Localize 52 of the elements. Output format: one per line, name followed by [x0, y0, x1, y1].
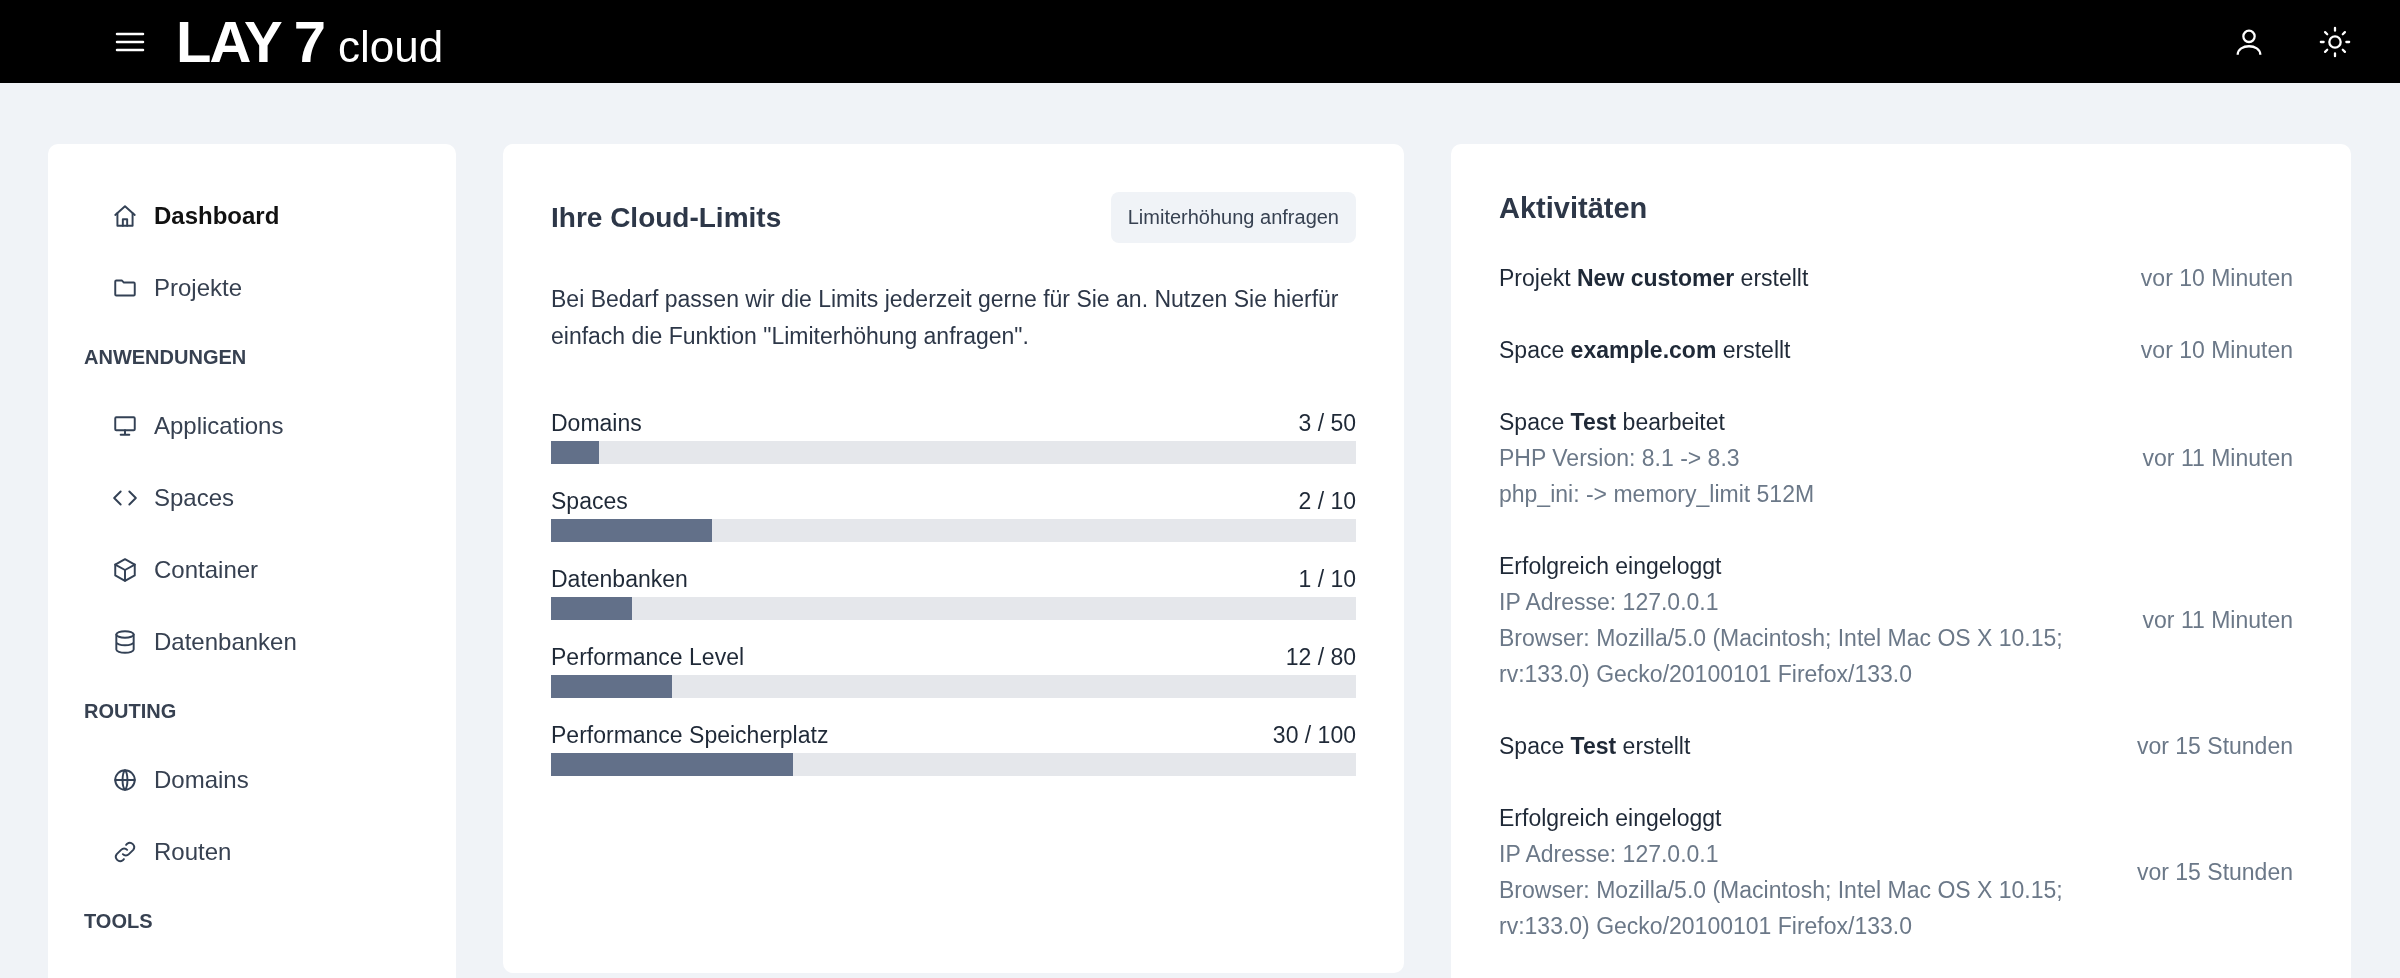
activity-text: Projekt New customer erstellt [1499, 264, 1810, 293]
request-limit-increase-button[interactable]: Limiterhöhung anfragen [1110, 192, 1356, 243]
limit-reading: 1 / 10 [1298, 566, 1356, 593]
logo-subtext: cloud [338, 24, 444, 69]
activity-detail: Browser: Mozilla/5.0 (Macintosh; Intel Mac OS X 10.15; rv:133.0) Gecko/20100101 Firefox/133.0 [1499, 876, 2064, 941]
sidebar-item[interactable]: Spaces [112, 462, 235, 534]
activity-detail: PHP Version: 8.1 -> 8.3 [1499, 444, 1741, 473]
activity-text: Space Test erstellt [1499, 732, 1692, 761]
activity-time: vor 11 Minuten [2142, 444, 2293, 473]
logo-text: LAY 7 [176, 12, 324, 71]
activity-time: vor 15 Stunden [2137, 732, 2293, 761]
sidebar-section-heading: TOOLS [84, 909, 153, 933]
globe-icon [112, 767, 138, 793]
limit-reading: 3 / 50 [1298, 410, 1356, 437]
sidebar-section-heading: ANWENDUNGEN [84, 345, 247, 369]
activity-text: Erfolgreich eingeloggt [1499, 804, 1723, 833]
sidebar-section-heading: ROUTING [84, 699, 177, 723]
cube-icon [112, 557, 138, 583]
database-icon [112, 629, 138, 655]
theme-toggle-button[interactable] [2318, 24, 2352, 59]
limits-description: Bei Bedarf passen wir die Limits jederzeit gerne für Sie an. Nutzen Sie hierfür einfach die Funktion "Limiterhöhung anfragen". [551, 285, 1340, 351]
activity-text: Erfolgreich eingeloggt [1499, 552, 1723, 581]
sidebar-item[interactable]: Datenbanken [112, 606, 297, 678]
limit-label: Performance Level [551, 644, 745, 671]
limit-label: Domains [551, 410, 642, 437]
activity-detail: IP Adresse: 127.0.0.1 [1499, 840, 1720, 869]
limit-label: Spaces [551, 488, 628, 515]
activity-detail: IP Adresse: 127.0.0.1 [1499, 588, 1720, 617]
sidebar-item[interactable]: Container [112, 534, 259, 606]
limit-label: Performance Speicherplatz [551, 722, 829, 749]
limit-reading: 30 / 100 [1272, 722, 1356, 749]
limit-reading: 12 / 80 [1285, 644, 1356, 671]
limit-reading: 2 / 10 [1298, 488, 1356, 515]
card-title: Aktivitäten [1499, 191, 1649, 226]
monitor-icon [112, 413, 138, 439]
activity-time: vor 10 Minuten [2140, 264, 2293, 293]
home-icon [112, 203, 138, 229]
sidebar-item[interactable]: Projekte [112, 252, 243, 324]
limit-label: Datenbanken [551, 566, 688, 593]
link-icon [112, 839, 138, 865]
sidebar-item[interactable]: Domains [112, 744, 249, 816]
activity-time: vor 15 Stunden [2137, 858, 2293, 887]
sidebar-item[interactable]: Applications [112, 390, 284, 462]
activity-detail: php_ini: -> memory_limit 512M [1499, 480, 1816, 509]
activity-text: Space example.com erstellt [1499, 336, 1792, 365]
activity-detail: Browser: Mozilla/5.0 (Macintosh; Intel Mac OS X 10.15; rv:133.0) Gecko/20100101 Firefox/133.0 [1499, 624, 2064, 689]
activity-time: vor 11 Minuten [2142, 606, 2293, 635]
activity-time: vor 10 Minuten [2140, 336, 2293, 365]
activity-text: Space Test bearbeitet [1499, 408, 1726, 437]
card-title: Ihre Cloud-Limits [551, 201, 782, 234]
sidebar-item[interactable]: Routen [112, 816, 232, 888]
sidebar-item[interactable]: Dashboard [112, 180, 280, 252]
